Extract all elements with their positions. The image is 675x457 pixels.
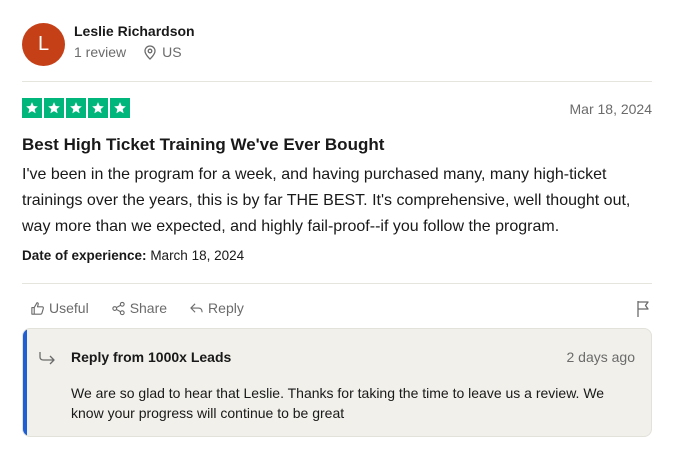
company-reply: Reply from 1000x Leads 2 days ago We are…	[22, 328, 652, 437]
reply-text-line: We are so glad to hear that Leslie. Than…	[71, 385, 605, 401]
review-body-line: trainings over the years, this is by far…	[22, 192, 631, 209]
reviewer-name[interactable]: Leslie Richardson	[74, 23, 195, 39]
reply-text: We are so glad to hear that Leslie. Than…	[71, 383, 631, 423]
actions-divider	[22, 283, 652, 284]
avatar[interactable]: L	[22, 23, 65, 66]
star-icon	[110, 98, 130, 118]
reply-label: Reply	[208, 300, 244, 316]
reply-from: Reply from 1000x Leads	[71, 349, 232, 365]
reviewer-location: US	[144, 44, 182, 60]
reviewer-header: L Leslie Richardson 1 review US	[22, 20, 652, 66]
review-count: 1 review	[74, 44, 127, 60]
report-flag-button[interactable]	[636, 300, 650, 323]
reviewer-meta: 1 review US	[74, 44, 182, 60]
date-of-experience: Date of experience: March 18, 2024	[22, 248, 244, 263]
reply-accent-bar	[23, 329, 27, 436]
reply-button[interactable]: Reply	[189, 300, 244, 316]
review-title[interactable]: Best High Ticket Training We've Ever Bou…	[22, 135, 384, 155]
share-icon	[112, 301, 125, 315]
location-text: US	[162, 44, 182, 60]
review-body-line: way more than we expected, and highly fa…	[22, 218, 560, 235]
share-button[interactable]: Share	[111, 300, 167, 316]
review-actions: Useful Share Reply	[30, 300, 266, 316]
experience-date: March 18, 2024	[150, 248, 245, 263]
star-icon	[66, 98, 86, 118]
reply-text-line: know your progress will continue to be g…	[71, 405, 345, 421]
star-icon	[88, 98, 108, 118]
reply-indicator-icon	[39, 352, 55, 365]
header-divider	[22, 81, 652, 82]
flag-icon	[637, 301, 649, 317]
avatar-initial: L	[37, 33, 50, 55]
review-body-line: I've been in the program for a week, and…	[22, 166, 607, 183]
review-date: Mar 18, 2024	[569, 101, 653, 117]
useful-button[interactable]: Useful	[30, 300, 89, 316]
star-icon	[22, 98, 42, 118]
star-rating	[22, 98, 130, 118]
reply-date: 2 days ago	[566, 349, 636, 365]
review-card: L Leslie Richardson 1 review US Mar 18, …	[22, 0, 652, 457]
useful-label: Useful	[49, 300, 89, 316]
experience-label: Date of experience:	[22, 248, 147, 263]
review-body: I've been in the program for a week, and…	[22, 162, 652, 240]
star-icon	[44, 98, 64, 118]
thumbs-up-icon	[31, 301, 44, 315]
share-label: Share	[129, 300, 168, 316]
location-pin-icon	[144, 44, 156, 60]
reply-arrow-icon	[190, 302, 203, 313]
